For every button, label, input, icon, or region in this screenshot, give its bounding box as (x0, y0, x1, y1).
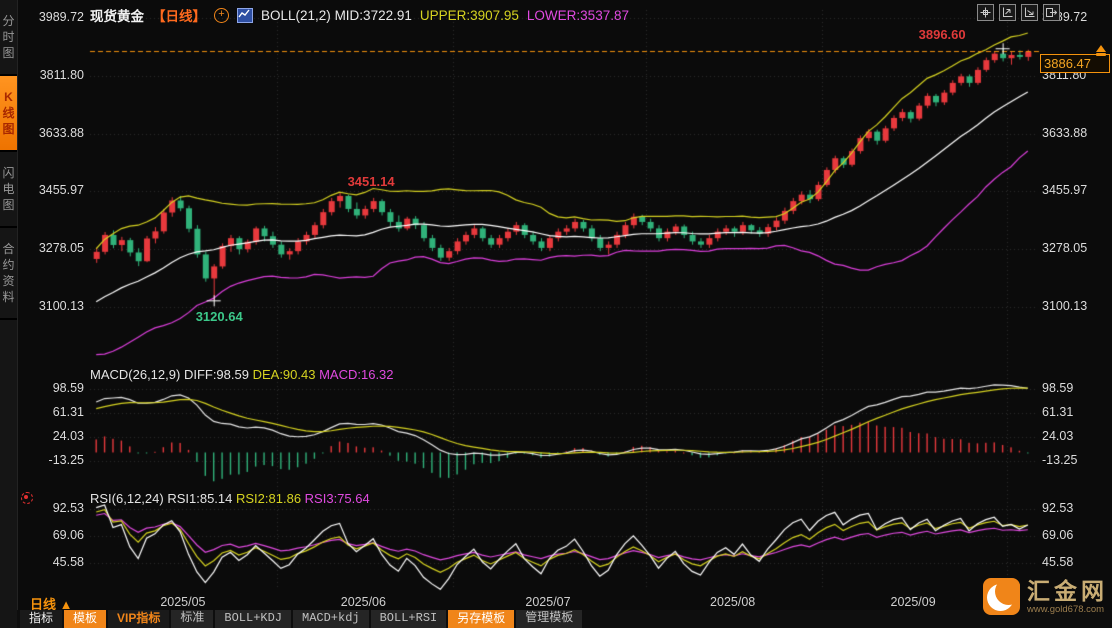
latest-price-marker-icon[interactable] (1096, 40, 1106, 56)
x-axis-month-label: 2025/05 (160, 595, 206, 609)
y-axis-label: 3278.05 (38, 241, 84, 255)
macd-header: MACD(26,12,9) DIFF:98.59 DEA:90.43 MACD:… (90, 367, 394, 382)
rsi3-value: RSI3:75.64 (304, 491, 370, 506)
chart-canvas[interactable] (0, 0, 1112, 628)
x-axis-month-label: 2025/06 (340, 595, 386, 609)
y-axis-label: -13.25 (48, 453, 84, 467)
y-axis-label: 3100.13 (1042, 299, 1088, 313)
rsi2-value: RSI2:81.86 (236, 491, 302, 506)
rsi1-value: RSI1:85.14 (167, 491, 233, 506)
add-indicator-icon[interactable]: + (214, 7, 229, 23)
x-axis-month-label: 2025/08 (710, 595, 756, 609)
boll-lower-value: LOWER:3537.87 (526, 7, 629, 23)
crosshair-icon[interactable] (977, 4, 994, 21)
left-sidebar: 分时图 K线图 闪电图 合约资料 (0, 0, 18, 628)
peak-price-annotation: 3451.14 (347, 173, 395, 189)
rsi-title: RSI(6,12,24) (90, 491, 164, 506)
sidebar-tab-lightning[interactable]: 闪电图 (0, 152, 17, 228)
y-axis-label: 92.53 (1042, 501, 1074, 515)
y-axis-label: 92.53 (52, 501, 84, 515)
logo-url: www.gold678.com (1027, 603, 1105, 615)
y-axis-label: 3455.97 (38, 183, 84, 197)
y-axis-label: 24.03 (52, 429, 84, 443)
bottom-tab-BOLL+KDJ[interactable]: BOLL+KDJ (215, 610, 291, 628)
y-axis-label: 3278.05 (1042, 241, 1088, 255)
auto-scale-y-icon[interactable] (999, 4, 1016, 21)
bottom-tab-MACD+kdj[interactable]: MACD+kdj (293, 610, 369, 628)
bottom-tab-标准[interactable]: 标准 (171, 610, 214, 628)
line-chart-icon[interactable] (237, 7, 253, 23)
site-logo: 汇金网 www.gold678.com (983, 578, 1108, 615)
macd-title: MACD(26,12,9) (90, 367, 181, 382)
y-axis-label: 3455.97 (1042, 183, 1088, 197)
boll-mid-value: BOLL(21,2) MID:3722.91 (261, 7, 412, 23)
y-axis-label: 69.06 (1042, 528, 1074, 542)
y-axis-label: 3100.13 (38, 299, 84, 313)
sidebar-tab-contract-info[interactable]: 合约资料 (0, 228, 17, 320)
logo-text: 汇金网 (1027, 577, 1108, 604)
chart-toolbar (977, 4, 1060, 21)
y-axis-label: 3633.88 (1042, 126, 1088, 140)
bottom-tab-指标[interactable]: 指标 (20, 610, 63, 628)
macd-hist-value: MACD:16.32 (319, 367, 394, 382)
y-axis-label: 24.03 (1042, 429, 1074, 443)
y-axis-label: 3633.88 (38, 126, 84, 140)
high-price-annotation: 3896.60 (918, 27, 966, 43)
y-axis-label: 98.59 (1042, 381, 1074, 395)
auto-scale-x-icon[interactable] (1021, 4, 1038, 21)
x-axis-month-label: 2025/09 (890, 595, 936, 609)
bottom-tab-另存模板[interactable]: 另存模板 (448, 610, 515, 628)
y-axis-label: 61.31 (52, 405, 84, 419)
bottom-tab-VIP指标[interactable]: VIP指标 (108, 610, 170, 628)
y-axis-label: 98.59 (52, 381, 84, 395)
y-axis-label: 69.06 (52, 528, 84, 542)
bottom-tab-模板[interactable]: 模板 (64, 610, 107, 628)
logo-crescent-icon (983, 578, 1020, 615)
y-axis-label: 61.31 (1042, 405, 1074, 419)
macd-dea-value: DEA:90.43 (252, 367, 316, 382)
macd-diff-value: DIFF:98.59 (183, 367, 249, 382)
period-tag: 【日线】 (152, 9, 206, 24)
alert-dot-icon (21, 492, 33, 504)
bottom-tab-BOLL+RSI[interactable]: BOLL+RSI (370, 610, 447, 628)
rsi-header: RSI(6,12,24) RSI1:85.14 RSI2:81.86 RSI3:… (90, 491, 370, 506)
y-axis-label: -13.25 (1042, 453, 1078, 467)
y-axis-label: 45.58 (1042, 555, 1074, 569)
low-price-annotation: 3120.64 (195, 309, 243, 325)
x-axis-month-label: 2025/07 (525, 595, 571, 609)
symbol-name: 现货黄金 (90, 9, 144, 24)
collapse-panel-icon[interactable] (1043, 4, 1060, 21)
current-price-label: 3886.47 (1040, 53, 1110, 73)
y-axis-label: 3811.80 (39, 68, 84, 82)
chart-app: 分时图 K线图 闪电图 合约资料 现货黄金 【日线】 + BOLL(21,2) … (0, 0, 1112, 628)
bottom-tab-管理模板[interactable]: 管理模板 (516, 610, 583, 628)
sidebar-tab-kline[interactable]: K线图 (0, 76, 17, 152)
y-axis-label: 45.58 (52, 555, 84, 569)
y-axis-label: 3989.72 (38, 10, 84, 24)
sidebar-tab-timeline[interactable]: 分时图 (0, 0, 17, 76)
bottom-tab-bar: 指标 模板 VIP指标 标准 BOLL+KDJ MACD+kdj BOLL+RSI 另存模板管… (17, 610, 1112, 628)
chart-header: 现货黄金 【日线】 + BOLL(21,2) MID:3722.91 UPPER… (90, 5, 629, 25)
boll-upper-value: UPPER:3907.95 (419, 7, 519, 23)
